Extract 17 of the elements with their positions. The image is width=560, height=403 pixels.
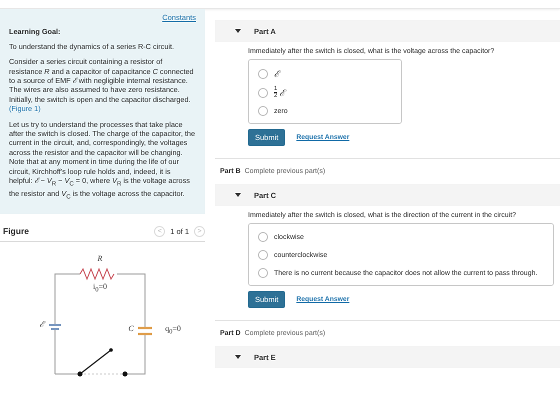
charge-label: q$_{0}$=0 (164, 324, 182, 338)
capacitor-label: C (127, 324, 135, 334)
emf-label: ℰ (38, 320, 47, 330)
radio-button[interactable] (258, 88, 268, 98)
resistor-label: R (96, 254, 104, 264)
figure-title: Figure (3, 226, 29, 236)
collapse-icon (235, 355, 241, 359)
radio-button[interactable] (258, 250, 268, 260)
option-label: ℰ (279, 87, 284, 99)
radio-button[interactable] (258, 68, 268, 78)
collapse-icon (235, 29, 241, 33)
collapse-icon (235, 193, 241, 197)
current-label: i$_{0}$=0 (92, 282, 108, 296)
radio-button[interactable] (258, 268, 268, 278)
radio-button[interactable] (258, 232, 268, 242)
radio-button[interactable] (258, 106, 268, 116)
option-label: ℰ (274, 68, 279, 80)
